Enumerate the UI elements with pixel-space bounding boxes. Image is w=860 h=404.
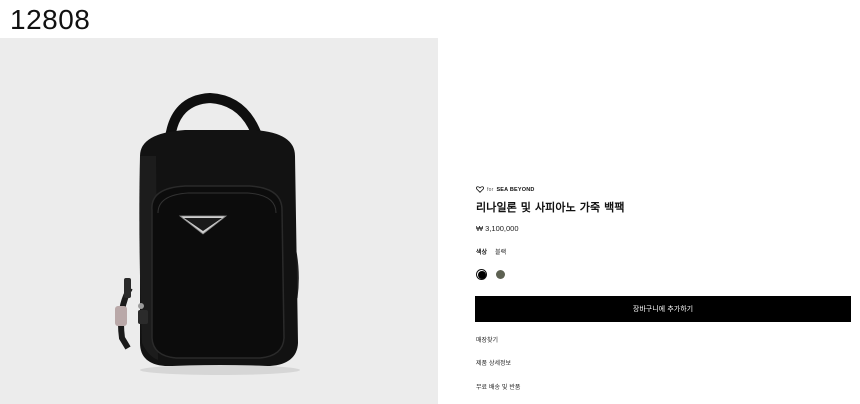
brand-line: for SEA BEYOND <box>476 186 852 193</box>
swatch-black-dot <box>477 270 486 279</box>
product-title: 리나일론 및 사피아노 가죽 백팩 <box>476 201 625 214</box>
swatch-olive[interactable] <box>495 269 506 280</box>
product-image <box>0 38 438 404</box>
brand-prefix: for <box>487 186 494 193</box>
swatch-olive-dot <box>496 270 505 279</box>
product-price: ₩ 3,100,000 <box>476 224 519 233</box>
brand-name: SEA BEYOND <box>496 186 535 193</box>
color-info: 색상 블랙 <box>476 247 852 256</box>
find-store-link[interactable]: 매장찾기 <box>476 335 498 344</box>
swatch-black[interactable] <box>476 269 487 280</box>
product-details-link[interactable]: 제품 상세정보 <box>476 358 511 367</box>
color-swatches <box>476 269 852 280</box>
color-value: 블랙 <box>495 249 507 256</box>
backpack-illustration <box>0 38 438 404</box>
page-id-label: 12808 <box>10 4 91 35</box>
product-info: for SEA BEYOND 리나일론 및 사피아노 가죽 백팩 ₩ 3,100… <box>476 186 852 280</box>
color-label: 색상 <box>476 249 488 256</box>
shipping-returns-link[interactable]: 무료 배송 및 반품 <box>476 382 520 391</box>
heart-logo-icon <box>476 186 484 193</box>
add-to-cart-button[interactable]: 장바구니에 추가하기 <box>475 296 851 322</box>
